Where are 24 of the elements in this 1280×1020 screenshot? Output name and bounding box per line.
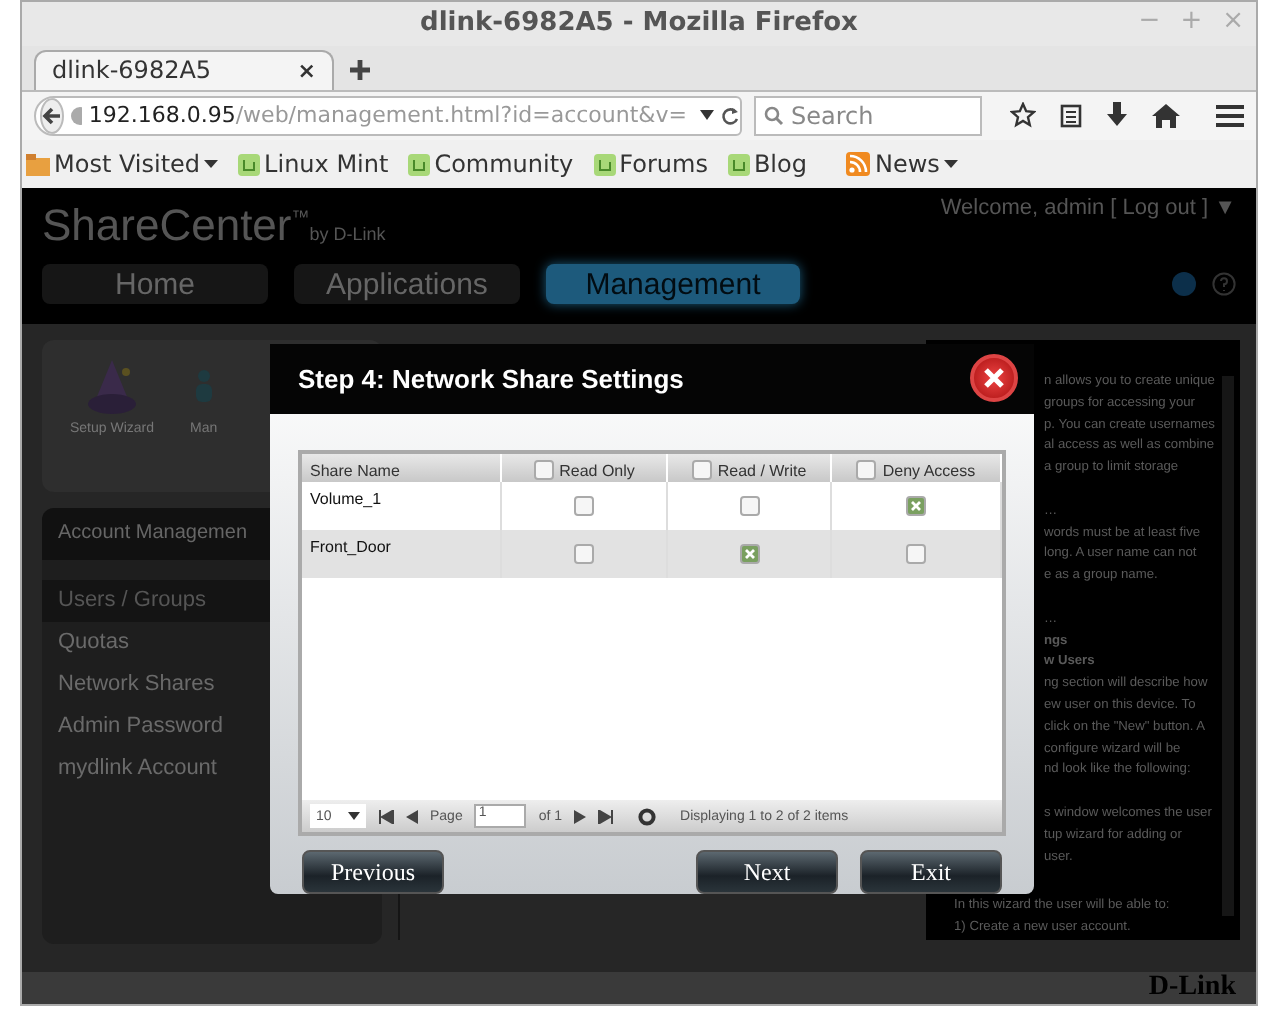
bookmark-link[interactable]: Forums bbox=[593, 150, 708, 179]
table-cell: Front_Door bbox=[302, 530, 502, 579]
dlink-logo: D-Link bbox=[1148, 972, 1236, 1004]
bookmark-link[interactable]: Linux Mint bbox=[238, 150, 389, 179]
window-title: dlink-6982A5 - Mozilla Firefox bbox=[420, 8, 858, 39]
bookmark-link[interactable]: Most Visited bbox=[26, 150, 219, 179]
sharecenter-logo: ShareCenter$^{™}$ by D-Link bbox=[42, 200, 386, 253]
bookmark-link[interactable]: Blog bbox=[727, 150, 807, 179]
column-header: Deny Access bbox=[832, 454, 1002, 483]
tab-close[interactable]: × bbox=[297, 57, 316, 84]
browser-tab[interactable]: dlink-6982A5 × bbox=[34, 49, 334, 90]
bookmark-link[interactable]: News bbox=[846, 150, 958, 179]
search-field[interactable]: Search bbox=[754, 95, 982, 136]
bookmark-link[interactable]: Community bbox=[408, 150, 574, 179]
column-header: Read / Write bbox=[668, 454, 832, 483]
column-header: Share Name bbox=[302, 454, 502, 483]
wizard-button[interactable]: Previous bbox=[302, 850, 444, 895]
wizard-button[interactable]: Next bbox=[696, 850, 838, 895]
column-header: Read Only bbox=[502, 454, 668, 483]
tab-title: dlink-6982A5 bbox=[52, 56, 212, 85]
address-field[interactable]: 192.168.0.95/web/management.html?id=account&v= bbox=[34, 95, 743, 136]
dialog-title: Step 4: Network Share Settings bbox=[298, 364, 684, 395]
wizard-button[interactable]: Exit bbox=[860, 850, 1002, 895]
welcome-text: Welcome, admin [ Log out ] ▼ bbox=[940, 196, 1236, 221]
